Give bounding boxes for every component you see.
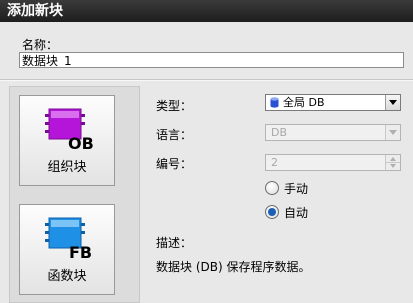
divider-highlight	[0, 80, 413, 81]
type-select-value: 全局 DB	[283, 96, 325, 109]
ob-block-icon: OB	[45, 108, 94, 152]
name-input[interactable]	[19, 52, 404, 68]
dialog-title: 添加新块	[0, 0, 413, 22]
type-select[interactable]: 全局 DB	[265, 94, 401, 111]
svg-text:FB: FB	[69, 243, 92, 261]
number-value: 2	[271, 156, 278, 169]
auto-radio[interactable]	[265, 205, 279, 219]
ob-button-label: 组织块	[47, 160, 87, 175]
db-cylinder-icon	[270, 97, 279, 108]
auto-radio-label[interactable]: 自动	[284, 204, 308, 221]
stepper-up-icon[interactable]	[385, 155, 400, 163]
number-stepper[interactable]: 2	[265, 154, 401, 171]
fb-block-icon: FB	[45, 217, 92, 261]
description-label: 描述：	[156, 236, 193, 250]
manual-radio[interactable]	[265, 181, 279, 195]
language-select[interactable]: DB	[265, 124, 401, 141]
svg-text:OB: OB	[68, 134, 94, 152]
manual-radio-label[interactable]: 手动	[284, 180, 308, 197]
radio-selected-dot-icon	[268, 208, 276, 216]
type-label: 类型：	[156, 99, 193, 113]
number-label: 编号：	[156, 157, 193, 171]
description-text: 数据块 (DB) 保存程序数据。	[156, 260, 311, 274]
language-label: 语言：	[156, 128, 193, 142]
stepper-down-icon[interactable]	[385, 163, 400, 170]
function-block-button[interactable]: FB 函数块	[19, 204, 115, 295]
name-label: 名称：	[22, 38, 59, 52]
chevron-down-icon[interactable]	[385, 95, 400, 110]
chevron-down-icon[interactable]	[385, 125, 400, 140]
language-select-value: DB	[271, 126, 288, 139]
radio-circle-icon	[265, 181, 279, 195]
fb-button-label: 函数块	[47, 269, 87, 284]
organization-block-button[interactable]: OB 组织块	[19, 95, 115, 186]
